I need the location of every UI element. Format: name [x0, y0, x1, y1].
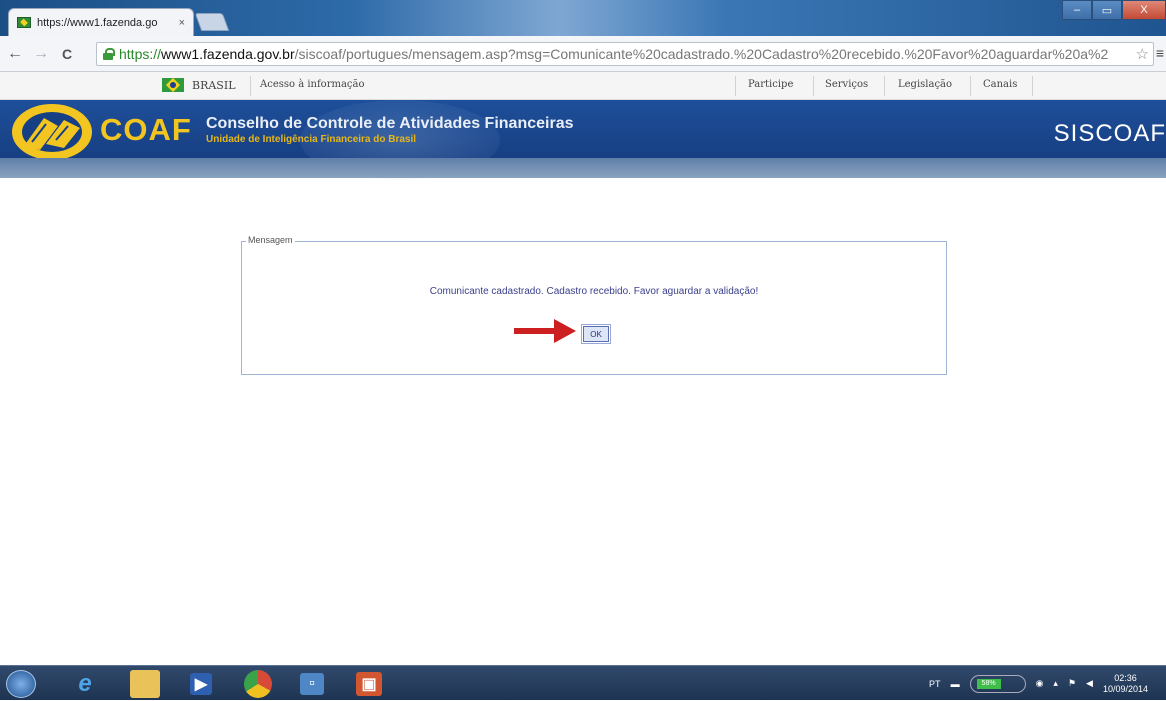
start-orb-icon[interactable] — [6, 670, 36, 698]
ok-button[interactable]: OK — [581, 324, 611, 344]
internet-explorer-icon[interactable]: e — [70, 670, 100, 698]
message-fieldset: Mensagem Comunicante cadastrado. Cadastr… — [241, 235, 947, 375]
legislacao-link[interactable]: Legislação — [898, 79, 952, 90]
window-controls: – ▭ X — [1062, 0, 1166, 20]
system-tray: PT ▬ 58% ◉ ▴ ⚑ ◀ 02:36 10/09/2014 — [929, 666, 1166, 701]
tab-close-icon[interactable]: × — [179, 17, 185, 29]
coaf-wordmark: COAF — [100, 112, 192, 147]
battery-indicator[interactable]: 58% — [969, 674, 1026, 693]
media-player-icon[interactable]: ▶ — [190, 673, 212, 695]
coaf-logo-icon[interactable] — [10, 98, 94, 162]
new-tab-button[interactable] — [194, 13, 230, 31]
site-favicon-icon — [17, 17, 31, 28]
chrome-icon[interactable] — [244, 670, 272, 698]
participe-link[interactable]: Participe — [748, 79, 793, 90]
divider — [250, 76, 251, 96]
brazil-flag-icon — [162, 78, 184, 92]
access-info-link[interactable]: Acesso à informação — [260, 79, 365, 90]
action-center-icon[interactable]: ⚑ — [1068, 678, 1076, 689]
brasil-link[interactable]: BRASIL — [162, 78, 236, 92]
address-bar[interactable]: https://www1.fazenda.gov.br/siscoaf/port… — [96, 42, 1154, 66]
divider — [884, 76, 885, 96]
keyboard-icon: ▬ — [950, 678, 960, 689]
url-text: https://www1.fazenda.gov.br/siscoaf/port… — [119, 46, 1109, 62]
arrow-right-icon — [514, 319, 576, 343]
org-name: Conselho de Controle de Atividades Finan… — [206, 115, 574, 132]
tab-title: https://www1.fazenda.go — [37, 16, 158, 29]
clock-time: 02:36 — [1114, 672, 1137, 683]
back-button[interactable]: ← — [4, 43, 26, 65]
reload-button[interactable]: C — [56, 43, 78, 65]
clock[interactable]: 02:36 10/09/2014 — [1103, 673, 1158, 695]
battery-level: 58% — [976, 678, 1001, 689]
minimize-button[interactable]: – — [1062, 0, 1092, 20]
close-window-button[interactable]: X — [1122, 0, 1166, 20]
os-taskbar: e ▶ ▫ ▣ PT ▬ 58% ◉ ▴ ⚑ ◀ 02:36 10/09/201… — [0, 665, 1166, 700]
browser-tab[interactable]: https://www1.fazenda.go × — [8, 8, 194, 36]
volume-icon[interactable]: ◀ — [1086, 678, 1093, 689]
file-explorer-icon[interactable] — [130, 670, 160, 698]
forward-button[interactable]: → — [30, 43, 52, 65]
show-hidden-icons-icon[interactable]: ▴ — [1053, 678, 1058, 689]
office-icon[interactable]: ▣ — [356, 672, 382, 696]
site-header: COAF Conselho de Controle de Atividades … — [0, 100, 1166, 180]
network-icon[interactable]: ◉ — [1036, 678, 1044, 689]
servicos-link[interactable]: Serviços — [825, 79, 868, 90]
canais-link[interactable]: Canais — [983, 79, 1017, 90]
star-icon[interactable]: ☆ — [1136, 45, 1149, 63]
clock-date: 10/09/2014 — [1102, 683, 1148, 694]
system-name: SISCOAF — [1053, 120, 1166, 147]
maximize-button[interactable]: ▭ — [1092, 0, 1122, 20]
lock-icon — [103, 48, 115, 60]
browser-toolbar: ← → C https://www1.fazenda.gov.br/siscoa… — [0, 36, 1166, 72]
divider — [970, 76, 971, 96]
gov-bar: BRASIL Acesso à informação Participe Ser… — [0, 72, 1166, 100]
divider — [735, 76, 736, 96]
browser-titlebar: https://www1.fazenda.go × – ▭ X — [0, 0, 1166, 36]
brasil-label: BRASIL — [192, 78, 236, 92]
language-indicator[interactable]: PT — [929, 679, 941, 689]
fieldset-legend: Mensagem — [246, 235, 295, 245]
divider — [813, 76, 814, 96]
message-text: Comunicante cadastrado. Cadastro recebid… — [429, 286, 759, 297]
remote-desktop-icon[interactable]: ▫ — [300, 673, 324, 695]
browser-menu-icon[interactable]: ≡ — [1156, 45, 1164, 61]
divider — [1032, 76, 1033, 96]
org-subtitle: Unidade de Inteligência Financeira do Br… — [206, 134, 417, 145]
header-strip — [0, 158, 1166, 178]
